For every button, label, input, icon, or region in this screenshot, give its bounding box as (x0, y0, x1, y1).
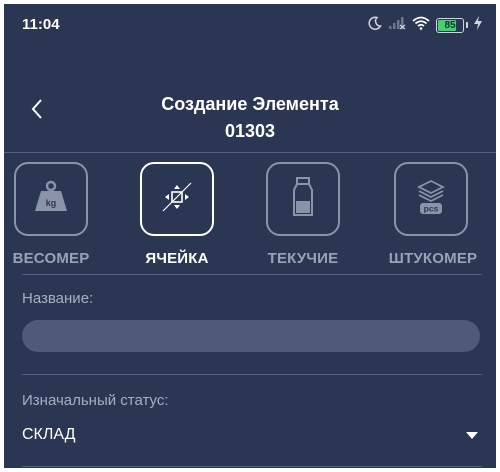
name-label: Название: (22, 290, 94, 307)
element-code: 01303 (224, 121, 276, 141)
caret-down-icon (466, 432, 478, 439)
tab-label: ШТУКОМЕР (388, 250, 478, 267)
status-select[interactable]: СКЛАД (22, 422, 482, 452)
tab-tekuchie[interactable]: ТЕКУЧИЕ (248, 156, 358, 274)
status-label: Изначальный статус: (22, 392, 169, 409)
name-divider (22, 374, 482, 375)
tab-icon-frame: kg (14, 162, 88, 236)
tab-icon-frame: pcs (394, 162, 468, 236)
svg-text:kg: kg (46, 198, 57, 208)
battery-icon: 85 (436, 17, 464, 33)
moon-icon (368, 15, 382, 35)
bottle-icon (283, 175, 323, 224)
app-screen: 11:04 85 Создание Элемента 01303 kg ВЕСО… (4, 4, 496, 468)
cell-move-icon (155, 175, 199, 224)
status-divider (22, 466, 482, 467)
svg-text:pcs: pcs (424, 203, 439, 213)
tab-label: ТЕКУЧИЕ (267, 250, 339, 267)
tab-shtukomer[interactable]: pcs ШТУКОМЕР (378, 156, 488, 274)
name-input[interactable] (22, 320, 480, 352)
charging-icon (474, 15, 482, 35)
status-time: 11:04 (22, 16, 60, 33)
battery-level: 85 (444, 19, 456, 31)
tab-icon-frame (266, 162, 340, 236)
status-value: СКЛАД (22, 426, 76, 443)
pcs-stack-icon: pcs (409, 177, 453, 222)
tab-vesomer[interactable]: kg ВЕСОМЕР (4, 156, 106, 274)
wifi-icon (412, 16, 430, 35)
page-title: Создание Элемента (161, 94, 339, 114)
signal-icon (388, 16, 406, 35)
tab-yacheyka[interactable]: ЯЧЕЙКА (122, 156, 232, 274)
tab-label: ВЕСОМЕР (12, 250, 90, 267)
tab-icon-frame (140, 162, 214, 236)
status-icons: 85 (368, 15, 482, 35)
tabs-divider (22, 274, 482, 275)
element-type-tabs: kg ВЕСОМЕР ЯЧЕЙКА ТЕКУЧИЕ pcs ШТУКОМЕР (4, 156, 496, 274)
header-divider (4, 152, 496, 153)
weight-kg-icon: kg (31, 177, 71, 222)
status-bar: 11:04 85 (4, 4, 496, 48)
page-header: Создание Элемента 01303 (4, 88, 496, 148)
tab-label: ЯЧЕЙКА (145, 250, 209, 267)
